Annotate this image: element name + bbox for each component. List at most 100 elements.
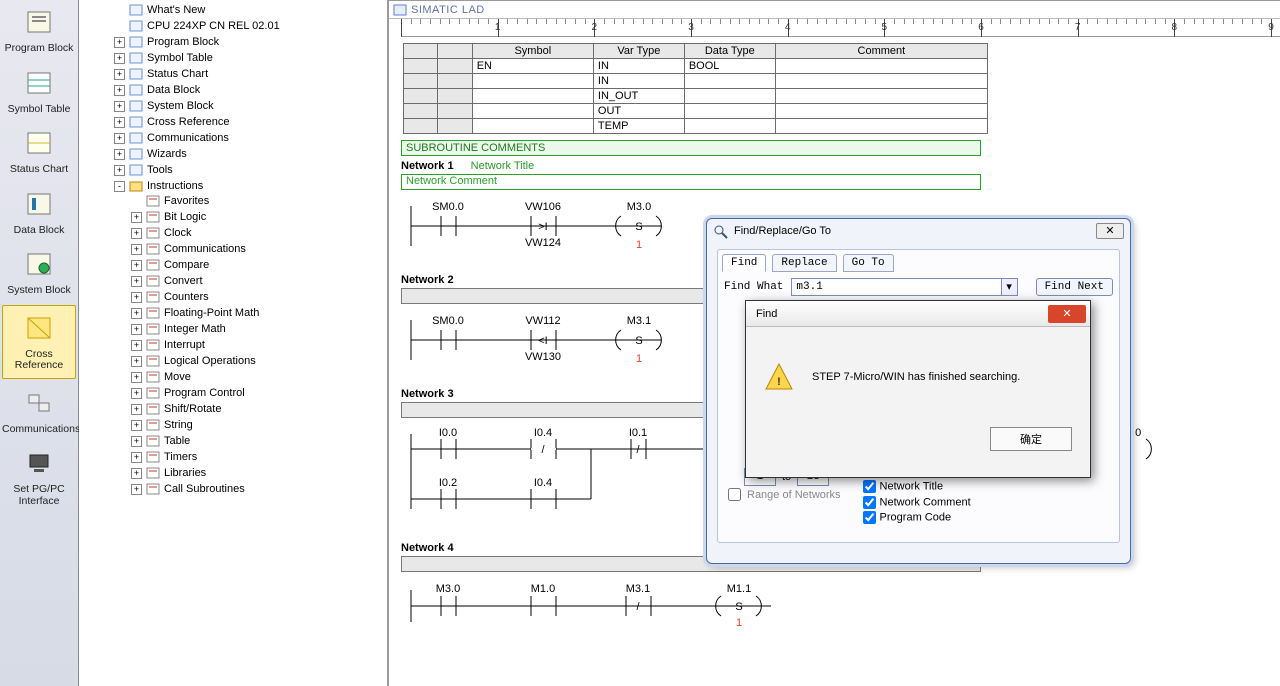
- tree-item[interactable]: + Timers: [131, 450, 387, 464]
- tree-item[interactable]: + Data Block: [114, 83, 387, 97]
- nav-item-program-block[interactable]: Program Block: [0, 0, 78, 61]
- expand-icon[interactable]: +: [131, 212, 142, 223]
- nav-item-system-block[interactable]: System Block: [0, 242, 78, 303]
- dropdown-button[interactable]: ▾: [1002, 278, 1018, 296]
- tree-item[interactable]: CPU 224XP CN REL 02.01: [114, 19, 387, 33]
- range-checkbox[interactable]: [728, 488, 741, 501]
- table-row[interactable]: ENINBOOL: [404, 59, 988, 74]
- expand-icon[interactable]: +: [114, 149, 125, 160]
- nav-item-cross-reference[interactable]: Cross Reference: [2, 305, 76, 379]
- ok-button[interactable]: 确定: [990, 427, 1072, 451]
- close-button[interactable]: ✕: [1048, 305, 1086, 323]
- svg-text:1: 1: [636, 239, 642, 251]
- expand-icon[interactable]: +: [114, 69, 125, 80]
- expand-icon[interactable]: +: [114, 165, 125, 176]
- tree-item[interactable]: + System Block: [114, 99, 387, 113]
- expand-icon[interactable]: +: [131, 260, 142, 271]
- tree-item-instructions[interactable]: - Instructions: [114, 179, 387, 193]
- tree-item[interactable]: + Communications: [131, 242, 387, 256]
- dialog-titlebar[interactable]: Find/Replace/Go To ✕: [707, 219, 1130, 243]
- node-icon: [146, 466, 160, 480]
- expand-icon[interactable]: +: [131, 324, 142, 335]
- tree-item[interactable]: + Integer Math: [131, 322, 387, 336]
- tree-item[interactable]: + Table: [131, 434, 387, 448]
- tree-item[interactable]: + Communications: [114, 131, 387, 145]
- expand-icon[interactable]: +: [131, 404, 142, 415]
- nav-item-data-block[interactable]: Data Block: [0, 182, 78, 243]
- tree-item[interactable]: + Convert: [131, 274, 387, 288]
- nav-item-status-chart[interactable]: Status Chart: [0, 121, 78, 182]
- tree-item[interactable]: + Shift/Rotate: [131, 402, 387, 416]
- expand-icon[interactable]: [114, 5, 125, 16]
- expand-icon[interactable]: +: [131, 340, 142, 351]
- expand-icon[interactable]: +: [131, 468, 142, 479]
- expand-icon[interactable]: [131, 196, 142, 207]
- tree-item[interactable]: + Symbol Table: [114, 51, 387, 65]
- tree-item[interactable]: + Cross Reference: [114, 115, 387, 129]
- expand-icon[interactable]: +: [131, 292, 142, 303]
- expand-icon[interactable]: +: [131, 276, 142, 287]
- expand-icon[interactable]: [114, 21, 125, 32]
- tree-item[interactable]: + Call Subroutines: [131, 482, 387, 496]
- tree-item[interactable]: + Status Chart: [114, 67, 387, 81]
- table-row[interactable]: IN: [404, 74, 988, 89]
- tab-goto[interactable]: Go To: [843, 254, 894, 272]
- variable-table[interactable]: Symbol Var Type Data Type Comment ENINBO…: [403, 43, 988, 134]
- nav-item-communications[interactable]: Communications: [0, 381, 78, 442]
- tree-item[interactable]: + Bit Logic: [131, 210, 387, 224]
- project-tree-pane[interactable]: What's New CPU 224XP CN REL 02.01 + Prog…: [79, 0, 389, 686]
- subroutine-comments[interactable]: SUBROUTINE COMMENTS: [401, 140, 981, 156]
- expand-icon[interactable]: +: [114, 133, 125, 144]
- expand-icon[interactable]: +: [114, 37, 125, 48]
- find-next-button[interactable]: Find Next: [1036, 278, 1113, 296]
- check-network-comment[interactable]: [863, 496, 876, 509]
- expand-icon[interactable]: +: [131, 484, 142, 495]
- expand-icon[interactable]: +: [131, 436, 142, 447]
- table-row[interactable]: IN_OUT: [404, 89, 988, 104]
- tree-item[interactable]: + Tools: [114, 163, 387, 177]
- svg-text:VW130: VW130: [525, 351, 561, 363]
- table-row[interactable]: TEMP: [404, 119, 988, 134]
- tree-item[interactable]: + String: [131, 418, 387, 432]
- tree-item[interactable]: Favorites: [131, 194, 387, 208]
- check-network-title[interactable]: [863, 480, 876, 493]
- tree-item[interactable]: + Interrupt: [131, 338, 387, 352]
- nav-item-symbol-table[interactable]: Symbol Table: [0, 61, 78, 122]
- expand-icon[interactable]: +: [131, 372, 142, 383]
- expand-icon[interactable]: +: [114, 53, 125, 64]
- expand-icon[interactable]: +: [114, 117, 125, 128]
- tree-item[interactable]: + Program Control: [131, 386, 387, 400]
- tree-item[interactable]: + Logical Operations: [131, 354, 387, 368]
- ladder-network-4[interactable]: M3.0 M1.0 M3.1 / M1.1 S 1: [401, 578, 1001, 628]
- tree-item[interactable]: + Floating-Point Math: [131, 306, 387, 320]
- close-button[interactable]: ✕: [1096, 223, 1124, 239]
- expand-icon[interactable]: +: [114, 101, 125, 112]
- message-titlebar[interactable]: Find ✕: [746, 301, 1090, 327]
- expand-icon[interactable]: +: [131, 228, 142, 239]
- find-what-input[interactable]: [791, 278, 1001, 296]
- expand-icon[interactable]: +: [131, 244, 142, 255]
- expand-icon[interactable]: +: [131, 452, 142, 463]
- tree-item[interactable]: + Clock: [131, 226, 387, 240]
- tree-item[interactable]: + Libraries: [131, 466, 387, 480]
- table-row[interactable]: OUT: [404, 104, 988, 119]
- tree-item[interactable]: + Compare: [131, 258, 387, 272]
- network-comment[interactable]: Network Comment: [401, 174, 981, 190]
- tab-replace[interactable]: Replace: [772, 254, 836, 272]
- tree-item[interactable]: + Move: [131, 370, 387, 384]
- expand-icon[interactable]: +: [131, 356, 142, 367]
- tab-find[interactable]: Find: [722, 254, 766, 272]
- expand-icon[interactable]: +: [131, 308, 142, 319]
- check-program-code[interactable]: [863, 511, 876, 524]
- expand-icon[interactable]: +: [131, 420, 142, 431]
- tree-item[interactable]: + Wizards: [114, 147, 387, 161]
- tree-item[interactable]: + Counters: [131, 290, 387, 304]
- network-title[interactable]: Network Title: [471, 160, 535, 172]
- node-icon: [146, 338, 160, 352]
- expand-icon[interactable]: +: [131, 388, 142, 399]
- tree-item[interactable]: + Program Block: [114, 35, 387, 49]
- expand-icon[interactable]: -: [114, 181, 125, 192]
- nav-item-set-pgpc-interface[interactable]: Set PG/PC Interface: [0, 441, 78, 513]
- tree-item[interactable]: What's New: [114, 3, 387, 17]
- expand-icon[interactable]: +: [114, 85, 125, 96]
